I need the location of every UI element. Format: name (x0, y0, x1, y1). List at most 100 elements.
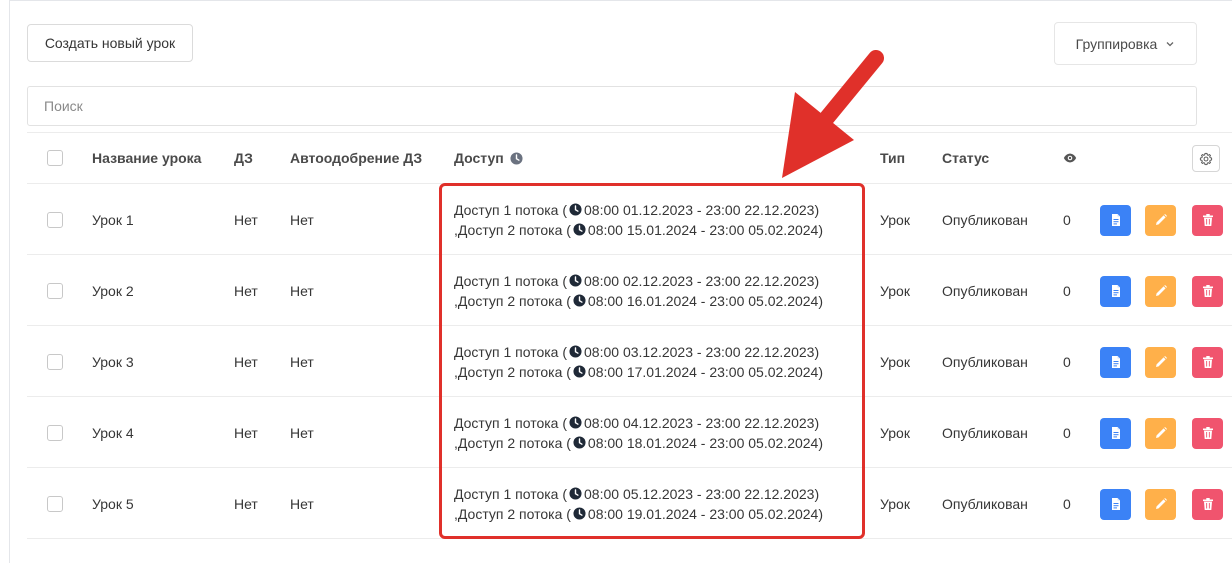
access-line-prefix: Доступ 1 потока ( (454, 485, 568, 502)
delete-lesson-button[interactable] (1192, 417, 1223, 449)
open-lesson-button[interactable] (1100, 204, 1131, 236)
table-divider (27, 183, 1232, 184)
clock-icon (573, 436, 586, 449)
document-icon (1111, 356, 1120, 368)
access-line-stream-2: ,Доступ 2 потока (08:00 16.01.2024 - 23:… (454, 291, 823, 311)
create-lesson-button[interactable]: Создать новый урок (27, 24, 193, 62)
table-divider (27, 396, 1232, 397)
access-line-range: 08:00 02.12.2023 - 23:00 22.12.2023) (584, 272, 820, 289)
grouping-dropdown[interactable]: Группировка (1054, 22, 1197, 65)
lesson-name[interactable]: Урок 2 (92, 281, 134, 301)
type-value: Урок (880, 211, 910, 228)
autoapprove-value: Нет (290, 424, 314, 441)
type-value: Урок (880, 353, 910, 370)
lesson-name[interactable]: Урок 5 (92, 494, 134, 514)
access-line-range: 08:00 19.01.2024 - 23:00 05.02.2024) (587, 505, 823, 522)
table-divider (27, 254, 1232, 255)
document-icon (1111, 427, 1120, 439)
search-input[interactable] (27, 86, 1197, 126)
row-checkbox-cell (47, 282, 63, 299)
row-checkbox-cell (47, 424, 63, 441)
access-value: Доступ 1 потока ( 08:00 01.12.2023 - 23:0… (454, 200, 823, 240)
access-line-range: 08:00 01.12.2023 - 23:00 22.12.2023) (584, 201, 820, 218)
document-icon (1111, 214, 1120, 226)
views-value: 0 (1063, 211, 1071, 228)
status-value: Опубликован (942, 282, 1028, 299)
views-value: 0 (1063, 353, 1071, 370)
lesson-name[interactable]: Урок 1 (92, 210, 134, 230)
row-checkbox-cell (47, 495, 63, 512)
access-value: Доступ 1 потока (08:00 05.12.2023 - 23:0… (454, 484, 823, 524)
access-line-prefix: ,Доступ 2 потока ( (454, 363, 571, 380)
access-line-prefix: ,Доступ 2 потока ( (454, 434, 571, 451)
access-line-stream-1: Доступ 1 потока ( 08:00 02.12.2023 - 23:0… (454, 271, 819, 291)
views-value: 0 (1063, 282, 1071, 299)
access-line-range: 08:00 16.01.2024 - 23:00 05.02.2024) (587, 292, 823, 309)
trash-icon (1202, 214, 1213, 226)
access-line-range: 08:00 15.01.2024 - 23:00 05.02.2024) (587, 221, 823, 238)
column-header-name[interactable]: Название урока (92, 132, 201, 184)
column-header-type[interactable]: Тип (880, 132, 905, 184)
row-checkbox[interactable] (47, 282, 63, 299)
row-checkbox[interactable] (47, 211, 63, 228)
column-header-hw[interactable]: ДЗ (234, 132, 253, 184)
delete-lesson-button[interactable] (1192, 204, 1223, 236)
grouping-label: Группировка (1075, 35, 1158, 52)
lesson-name[interactable]: Урок 3 (92, 352, 134, 372)
autoapprove-value: Нет (290, 353, 314, 370)
open-lesson-button[interactable] (1100, 275, 1131, 307)
access-value: Доступ 1 потока ( 08:00 02.12.2023 - 23:0… (454, 271, 823, 311)
status-value: Опубликован (942, 495, 1028, 512)
access-line-range: 08:00 03.12.2023 - 23:00 22.12.2023) (584, 343, 820, 360)
open-lesson-button[interactable] (1100, 488, 1131, 520)
open-lesson-button[interactable] (1100, 417, 1131, 449)
clock-icon (569, 203, 582, 216)
row-checkbox-cell (47, 353, 63, 370)
select-all-checkbox[interactable] (47, 150, 63, 166)
clock-icon (573, 365, 586, 378)
column-header-status[interactable]: Статус (942, 132, 989, 184)
row-checkbox[interactable] (47, 353, 63, 370)
status-value: Опубликован (942, 424, 1028, 441)
column-header-access[interactable]: Доступ (454, 132, 525, 184)
clock-icon (569, 416, 582, 429)
autoapprove-value: Нет (290, 211, 314, 228)
hw-value: Нет (234, 353, 258, 370)
delete-lesson-button[interactable] (1192, 346, 1223, 378)
edit-lesson-button[interactable] (1145, 346, 1176, 378)
row-checkbox[interactable] (47, 495, 63, 512)
table-divider (27, 325, 1232, 326)
type-value: Урок (880, 495, 910, 512)
access-line-stream-2: ,Доступ 2 потока (08:00 15.01.2024 - 23:… (454, 220, 823, 240)
access-line-prefix: Доступ 1 потока ( (454, 414, 568, 431)
trash-icon (1202, 356, 1213, 368)
delete-lesson-button[interactable] (1192, 488, 1223, 520)
column-header-views[interactable] (1063, 132, 1077, 184)
clock-icon (569, 487, 582, 500)
pencil-icon (1155, 498, 1167, 509)
views-value: 0 (1063, 495, 1071, 512)
edit-lesson-button[interactable] (1145, 488, 1176, 520)
column-header-autoapprove[interactable]: Автоодобрение ДЗ (290, 132, 422, 184)
edit-lesson-button[interactable] (1145, 204, 1176, 236)
autoapprove-value: Нет (290, 495, 314, 512)
hw-value: Нет (234, 424, 258, 441)
gear-icon (1199, 152, 1213, 165)
open-lesson-button[interactable] (1100, 346, 1131, 378)
access-value: Доступ 1 потока (08:00 03.12.2023 - 23:0… (454, 342, 823, 382)
row-checkbox[interactable] (47, 424, 63, 441)
views-value: 0 (1063, 424, 1071, 441)
edit-lesson-button[interactable] (1145, 275, 1176, 307)
type-value: Урок (880, 424, 910, 441)
type-value: Урок (880, 282, 910, 299)
table-settings-button[interactable] (1192, 145, 1220, 172)
clock-icon (569, 345, 582, 358)
delete-lesson-button[interactable] (1192, 275, 1223, 307)
clock-icon (573, 294, 586, 307)
access-line-prefix: Доступ 1 потока ( (454, 272, 568, 289)
access-line-prefix: Доступ 1 потока ( (454, 201, 568, 218)
edit-lesson-button[interactable] (1145, 417, 1176, 449)
lesson-name[interactable]: Урок 4 (92, 423, 134, 443)
access-line-range: 08:00 04.12.2023 - 23:00 22.12.2023) (584, 414, 820, 431)
trash-icon (1202, 285, 1213, 297)
